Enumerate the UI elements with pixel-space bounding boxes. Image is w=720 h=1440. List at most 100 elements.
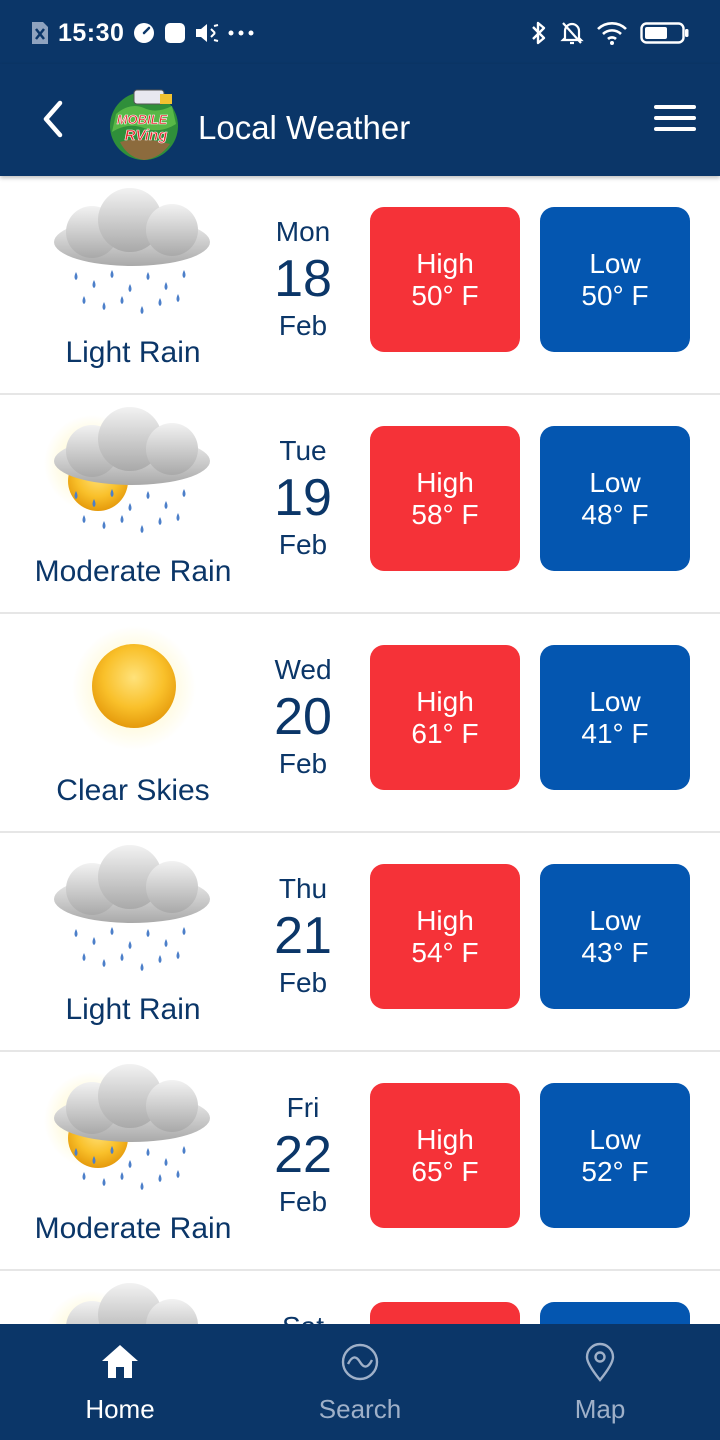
forecast-row[interactable]: Moderate Rain Fri 22 Feb High 65° F Low … [0, 1052, 720, 1271]
partly-sunny-icon [46, 1283, 210, 1324]
day-of-week: Fri [286, 1092, 320, 1123]
low-value: 41° F [581, 717, 649, 749]
page-title: Local Weather [198, 109, 411, 146]
high-value: 65° F [411, 1155, 479, 1187]
month: Feb [278, 967, 328, 998]
month: Feb [278, 529, 328, 560]
high-value: 58° F [411, 498, 479, 530]
low-temp-box: Low 41° F [540, 645, 690, 790]
high-label: High [416, 685, 474, 717]
status-bar: 15:30 [0, 0, 720, 64]
day-of-week: Wed [274, 654, 332, 685]
low-temp-box: Low 43° F [540, 864, 690, 1009]
high-value: 61° F [411, 717, 479, 749]
status-time: 15:30 [58, 18, 125, 47]
bottom-nav: Home Search Map [0, 1324, 720, 1440]
low-temp-box: Low 52° F [540, 1083, 690, 1228]
low-temp-box [540, 1302, 690, 1324]
svg-text:RVing: RVing [125, 127, 168, 144]
back-button[interactable] [28, 94, 78, 144]
low-temp-box: Low 48° F [540, 426, 690, 571]
high-label: High [416, 247, 474, 279]
day-number: 21 [274, 907, 332, 965]
date-column: Mon 18 Feb [253, 216, 353, 342]
nav-map[interactable]: Map [480, 1324, 720, 1440]
mobile-rving-logo: MOBILE RVing [110, 89, 178, 160]
day-of-week: Sat [253, 1311, 353, 1324]
wifi-icon [597, 22, 627, 45]
search-wave-icon [341, 1343, 379, 1381]
day-of-week: Tue [279, 435, 327, 466]
nav-home-label: Home [85, 1394, 155, 1424]
date-column: Tue 19 Feb [253, 435, 353, 561]
high-label: High [416, 1123, 474, 1155]
clock-badge-icon [134, 23, 155, 43]
low-value: 52° F [581, 1155, 649, 1187]
hamburger-line [654, 116, 696, 120]
speaker-icon [196, 24, 219, 42]
battery-icon [640, 22, 689, 44]
high-temp-box: High 50° F [370, 207, 520, 352]
home-icon [102, 1345, 138, 1378]
condition-label: Moderate Rain [34, 555, 232, 588]
low-value: 43° F [581, 936, 649, 968]
date-column: Wed 20 Feb [253, 654, 353, 780]
high-temp-box: High 58° F [370, 426, 520, 571]
forecast-list[interactable]: Light Rain Mon 18 Feb High 50° F Low 50°… [0, 176, 720, 1324]
forecast-row[interactable]: Light Rain Thu 21 Feb High 54° F Low 43°… [0, 833, 720, 1052]
month: Feb [278, 310, 328, 341]
app-bar: MOBILE RVing Local Weather [0, 64, 720, 176]
day-of-week: Mon [275, 216, 331, 247]
hamburger-line [654, 127, 696, 131]
month: Feb [278, 1186, 328, 1217]
sim-icon [32, 22, 48, 44]
day-number: 20 [274, 688, 332, 746]
date-column: Thu 21 Feb [253, 873, 353, 999]
high-temp-box: High 65° F [370, 1083, 520, 1228]
day-of-week: Thu [278, 873, 328, 904]
nav-search-label: Search [318, 1394, 402, 1424]
month: Feb [278, 748, 328, 779]
high-temp-box: High 54° F [370, 864, 520, 1009]
condition-label: Moderate Rain [34, 1212, 232, 1245]
clear-skies-icon [72, 626, 196, 750]
high-temp-box: High 61° F [370, 645, 520, 790]
date-column: Sat [253, 1311, 353, 1324]
nav-search[interactable]: Search [240, 1324, 480, 1440]
day-number: 18 [274, 250, 332, 308]
day-number: 22 [274, 1126, 332, 1184]
condition-label: Light Rain [65, 336, 201, 369]
map-pin-icon [585, 1342, 615, 1382]
nav-map-label: Map [574, 1394, 626, 1424]
low-label: Low [589, 247, 641, 279]
high-temp-box [370, 1302, 520, 1324]
hamburger-line [654, 105, 696, 109]
nav-home[interactable]: Home [0, 1324, 240, 1440]
day-number: 19 [274, 469, 332, 527]
moderate-rain-icon [44, 1064, 210, 1190]
light-rain-icon [54, 845, 210, 971]
high-label: High [416, 904, 474, 936]
low-value: 50° F [581, 279, 649, 311]
condition-label: Clear Skies [56, 774, 210, 807]
forecast-row[interactable]: Clear Skies Wed 20 Feb High 61° F Low 41… [0, 614, 720, 833]
high-value: 54° F [411, 936, 479, 968]
back-arrow-icon [43, 100, 63, 138]
menu-button[interactable] [654, 100, 696, 136]
forecast-row[interactable]: Moderate Rain Tue 19 Feb High 58° F Low … [0, 395, 720, 614]
more-dots-icon [228, 30, 254, 36]
date-column: Fri 22 Feb [253, 1092, 353, 1218]
status-left: 15:30 [30, 16, 254, 50]
square-notification-icon [165, 23, 186, 43]
svg-text:MOBILE: MOBILE [117, 112, 168, 127]
bell-muted-icon [560, 22, 584, 45]
low-label: Low [589, 685, 641, 717]
low-label: Low [589, 466, 641, 498]
low-label: Low [589, 1123, 641, 1155]
low-value: 48° F [581, 498, 649, 530]
low-temp-box: Low 50° F [540, 207, 690, 352]
moderate-rain-icon [44, 407, 210, 533]
forecast-row[interactable]: Light Rain Mon 18 Feb High 50° F Low 50°… [0, 176, 720, 395]
forecast-row[interactable]: Sat [0, 1271, 720, 1324]
high-label: High [416, 466, 474, 498]
